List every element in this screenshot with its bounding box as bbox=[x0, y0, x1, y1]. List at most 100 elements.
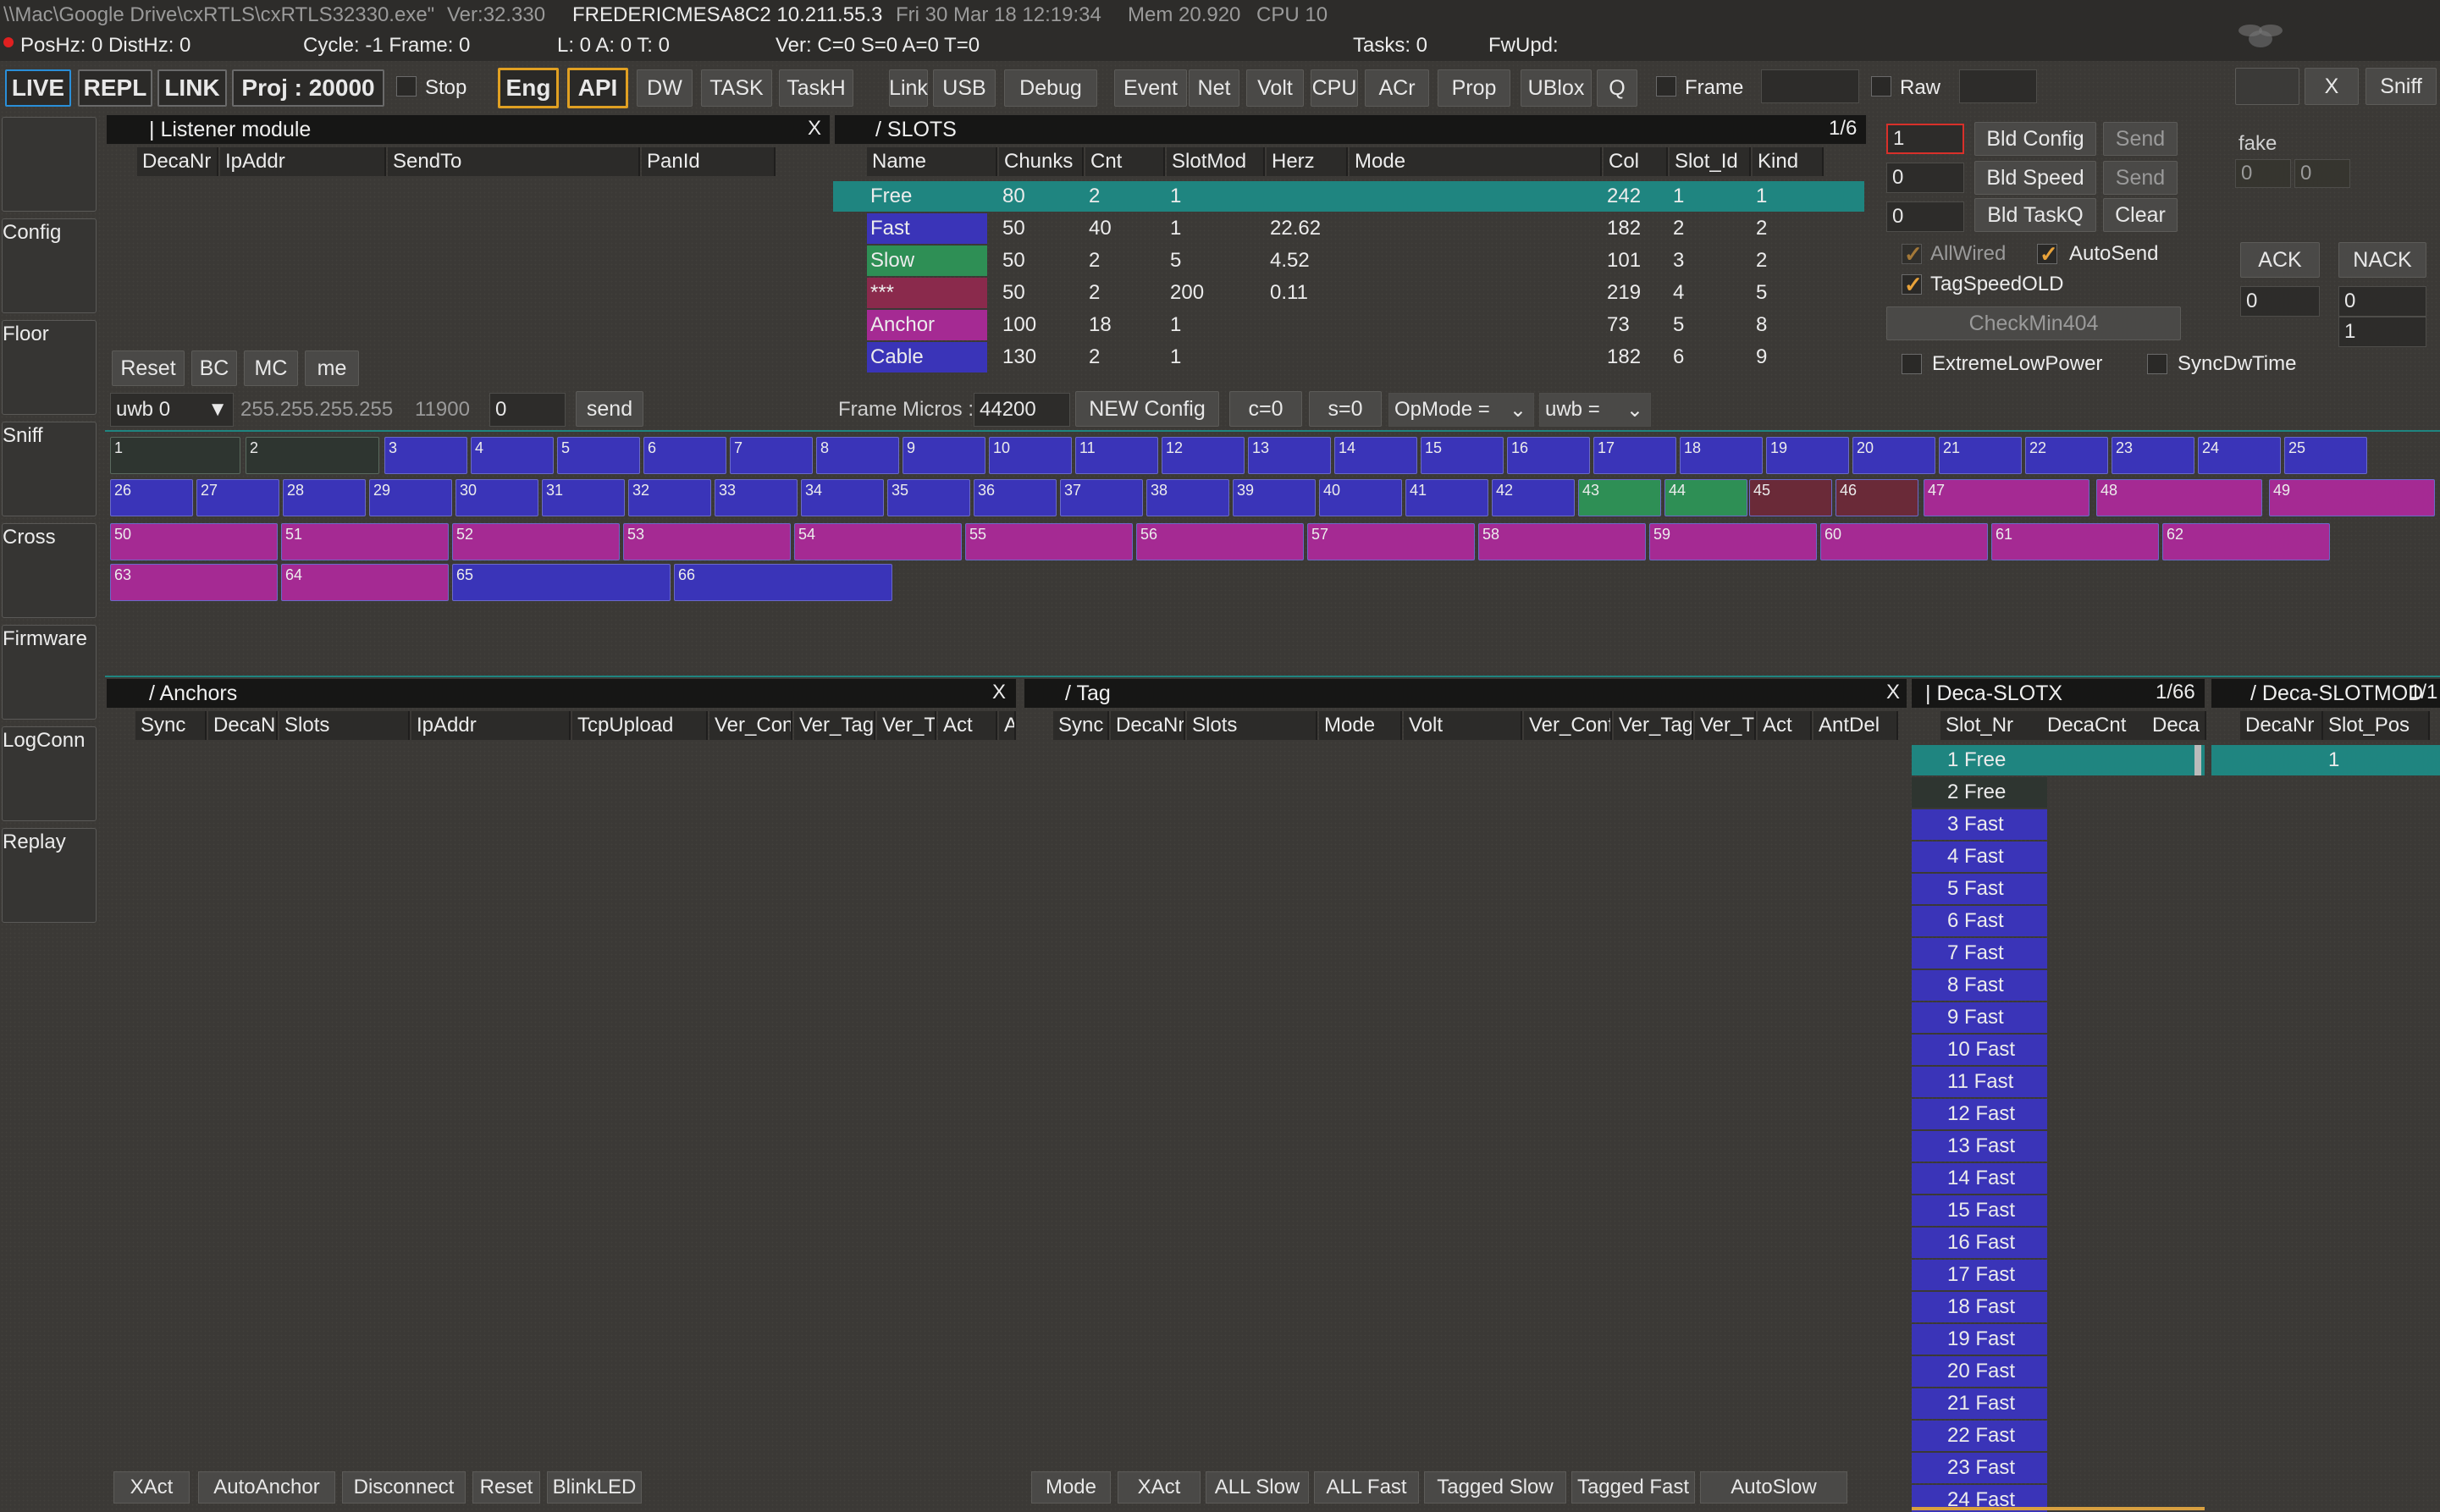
slot-cell[interactable]: 57 bbox=[1307, 523, 1475, 560]
bottom-xact-button[interactable]: XAct bbox=[113, 1471, 190, 1504]
slot-cell[interactable]: 59 bbox=[1649, 523, 1817, 560]
bottom-tagged-fast-button[interactable]: Tagged Fast bbox=[1571, 1471, 1695, 1504]
slot-cell[interactable]: 60 bbox=[1820, 523, 1988, 560]
slotx-row[interactable]: 4 Fast bbox=[1912, 842, 2047, 872]
value-input[interactable]: 0 bbox=[489, 393, 566, 427]
slot-cell[interactable]: 46 bbox=[1836, 479, 1918, 516]
prop-button[interactable]: Prop bbox=[1438, 69, 1510, 107]
slot-cell[interactable]: 53 bbox=[623, 523, 791, 560]
frame-input[interactable] bbox=[1761, 69, 1859, 103]
slot-cell[interactable]: 54 bbox=[794, 523, 962, 560]
extreme-checkbox[interactable] bbox=[1902, 354, 1922, 374]
bld-taskq-button[interactable]: Bld TaskQ bbox=[1974, 198, 2096, 232]
slot-cell[interactable]: 43 bbox=[1578, 479, 1661, 516]
slotx-row[interactable]: 21 Fast bbox=[1912, 1388, 2047, 1419]
ack-button[interactable]: ACK bbox=[2240, 242, 2320, 278]
slot-cell[interactable]: 50 bbox=[110, 523, 278, 560]
ip-input[interactable]: 255.255.255.255 bbox=[235, 393, 405, 427]
listener-mc-button[interactable]: MC bbox=[244, 350, 298, 386]
port-input[interactable]: 11900 bbox=[410, 393, 488, 427]
slot-cell[interactable]: 35 bbox=[887, 479, 970, 516]
repl-button[interactable]: REPL bbox=[78, 69, 152, 107]
checkmin-button[interactable]: CheckMin404 bbox=[1886, 306, 2181, 340]
slot-cell[interactable]: 9 bbox=[903, 437, 985, 474]
raw-input[interactable] bbox=[1959, 69, 2037, 103]
uwb-select[interactable]: uwb 0 ▼ bbox=[110, 393, 234, 427]
bottom-blinkled-button[interactable]: BlinkLED bbox=[547, 1471, 642, 1504]
listener-reset-button[interactable]: Reset bbox=[112, 350, 185, 386]
slot-cell[interactable]: 11 bbox=[1075, 437, 1158, 474]
bottom-all-slow-button[interactable]: ALL Slow bbox=[1206, 1471, 1309, 1504]
slot-cell[interactable]: 4 bbox=[471, 437, 554, 474]
slot-cell[interactable]: 5 bbox=[557, 437, 640, 474]
slots-row[interactable]: Fast 50 40 1 22.62 182 2 2 bbox=[833, 213, 1864, 244]
slotmod-row[interactable] bbox=[2211, 745, 2440, 775]
sidebar-firmware-button[interactable]: Firmware bbox=[2, 625, 97, 720]
slot-cell[interactable]: 37 bbox=[1060, 479, 1143, 516]
slotx-row[interactable]: 2 Free bbox=[1912, 777, 2047, 808]
task-button[interactable]: TASK bbox=[701, 69, 772, 107]
sidebar-sniff-button[interactable]: Sniff bbox=[2, 422, 97, 516]
bottom-tagged-slow-button[interactable]: Tagged Slow bbox=[1424, 1471, 1566, 1504]
tag-close[interactable]: X bbox=[1886, 681, 1900, 704]
debug-button[interactable]: Debug bbox=[1004, 69, 1097, 107]
bottom-autoanchor-button[interactable]: AutoAnchor bbox=[198, 1471, 335, 1504]
c0-button[interactable]: c=0 bbox=[1229, 391, 1302, 427]
slot-cell[interactable]: 65 bbox=[452, 564, 671, 601]
slot-cell[interactable]: 3 bbox=[384, 437, 467, 474]
volt-button[interactable]: Volt bbox=[1246, 69, 1304, 107]
slot-cell[interactable]: 28 bbox=[283, 479, 366, 516]
slotx-row[interactable]: 22 Fast bbox=[1912, 1421, 2047, 1451]
s0-button[interactable]: s=0 bbox=[1309, 391, 1382, 427]
slotx-row[interactable]: 11 Fast bbox=[1912, 1067, 2047, 1097]
slotx-row[interactable]: 15 Fast bbox=[1912, 1195, 2047, 1226]
slot-cell[interactable]: 2 bbox=[246, 437, 379, 474]
slot-cell[interactable]: 15 bbox=[1421, 437, 1504, 474]
slot-cell[interactable]: 27 bbox=[196, 479, 279, 516]
uwb-mode-select[interactable]: uwb = ⌄ bbox=[1539, 393, 1651, 427]
proj-button[interactable]: Proj : 20000 bbox=[232, 69, 384, 107]
stop-checkbox[interactable] bbox=[396, 76, 417, 97]
bld-speed-button[interactable]: Bld Speed bbox=[1974, 161, 2096, 195]
slot-cell[interactable]: 47 bbox=[1924, 479, 2089, 516]
slot-cell[interactable]: 1 bbox=[110, 437, 240, 474]
slot-cell[interactable]: 29 bbox=[369, 479, 452, 516]
slotx-row[interactable]: 13 Fast bbox=[1912, 1131, 2047, 1162]
link-button[interactable]: Link bbox=[889, 69, 928, 107]
eng-button[interactable]: Eng bbox=[498, 68, 559, 108]
slot-cell[interactable]: 25 bbox=[2284, 437, 2367, 474]
net-button[interactable]: Net bbox=[1189, 69, 1239, 107]
slotx-row[interactable]: 20 Fast bbox=[1912, 1356, 2047, 1387]
slots-row[interactable]: Slow 50 2 5 4.52 101 3 2 bbox=[833, 246, 1864, 276]
sidebar-floor-button[interactable]: Floor bbox=[2, 320, 97, 415]
slot-cell[interactable]: 41 bbox=[1405, 479, 1488, 516]
bottom-disconnect-button[interactable]: Disconnect bbox=[342, 1471, 466, 1504]
bottom-reset-button[interactable]: Reset bbox=[472, 1471, 540, 1504]
bottom-all-fast-button[interactable]: ALL Fast bbox=[1314, 1471, 1419, 1504]
slot-cell[interactable]: 7 bbox=[730, 437, 813, 474]
cpu-button[interactable]: CPU bbox=[1311, 69, 1358, 107]
slotx-row[interactable]: 23 Fast bbox=[1912, 1453, 2047, 1483]
bottom-xact-button[interactable]: XAct bbox=[1118, 1471, 1201, 1504]
listener-send-button[interactable]: send bbox=[576, 391, 643, 427]
frame-micros-input[interactable]: 44200 bbox=[974, 393, 1070, 427]
slotx-row[interactable]: 12 Fast bbox=[1912, 1099, 2047, 1129]
slot-cell[interactable]: 21 bbox=[1939, 437, 2022, 474]
slotx-row[interactable]: 5 Fast bbox=[1912, 874, 2047, 904]
slots-row[interactable]: Anchor 100 18 1 73 5 8 bbox=[833, 310, 1864, 340]
slot-cell[interactable]: 49 bbox=[2269, 479, 2435, 516]
api-button[interactable]: API bbox=[567, 68, 628, 108]
sidebar-replay-button[interactable]: Replay bbox=[2, 828, 97, 923]
slot-cell[interactable]: 20 bbox=[1852, 437, 1935, 474]
anchors-close[interactable]: X bbox=[992, 681, 1006, 704]
slotx-row[interactable]: 16 Fast bbox=[1912, 1228, 2047, 1258]
raw-checkbox[interactable] bbox=[1871, 76, 1891, 97]
fake-input-2[interactable]: 0 bbox=[2294, 159, 2350, 188]
slot-cell[interactable]: 45 bbox=[1749, 479, 1832, 516]
slot-cell[interactable]: 66 bbox=[674, 564, 892, 601]
slot-cell[interactable]: 63 bbox=[110, 564, 278, 601]
speed-id-input[interactable]: 0 bbox=[1886, 163, 1964, 193]
nack-button[interactable]: NACK bbox=[2338, 242, 2426, 278]
fake-input-1[interactable]: 0 bbox=[2235, 159, 2291, 188]
frame-checkbox[interactable] bbox=[1656, 76, 1676, 97]
